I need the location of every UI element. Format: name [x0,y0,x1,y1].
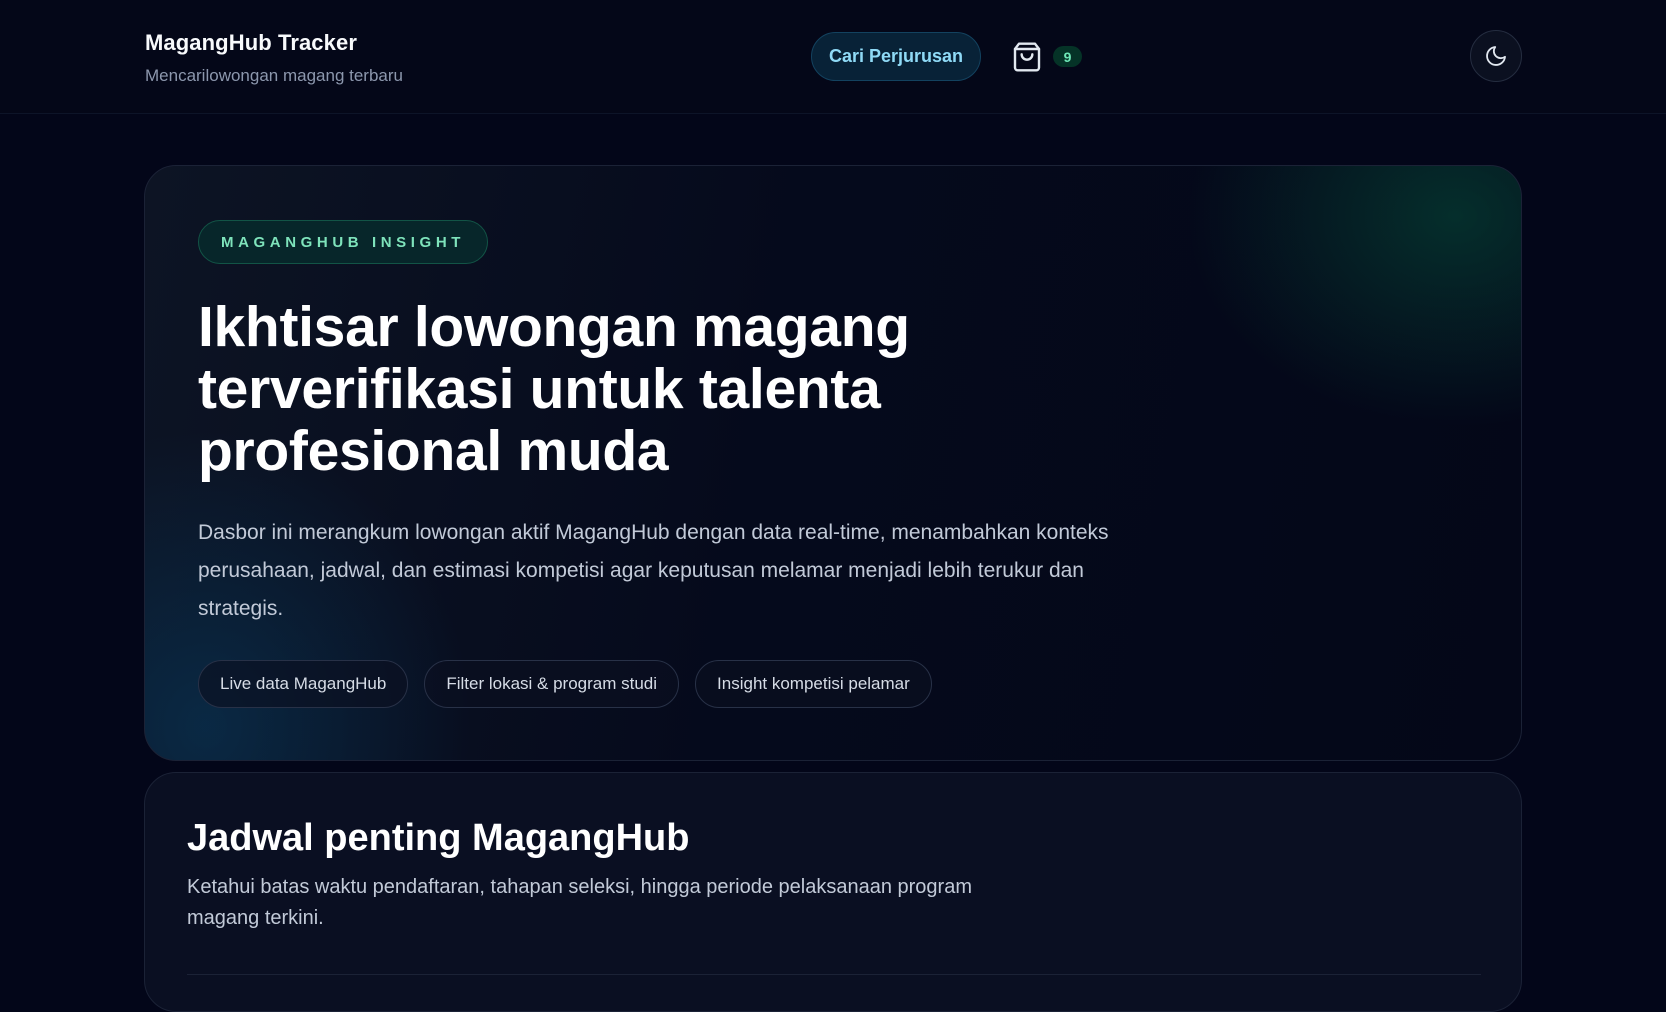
hero-description: Dasbor ini merangkum lowongan aktif Maga… [198,521,1109,620]
insight-badge: MAGANGHUB INSIGHT [198,220,488,264]
chip-live-data[interactable]: Live data MagangHub [198,660,409,708]
theme-toggle-button[interactable] [1470,30,1522,82]
cart-button[interactable] [1010,39,1044,75]
schedule-title: Jadwal penting MagangHub [187,817,690,859]
chip-filter-lokasi[interactable]: Filter lokasi & program studi [424,660,680,708]
cari-perjurusan-button[interactable]: Cari Perjurusan [811,32,981,81]
feature-chip-row: Live data MagangHub Filter lokasi & prog… [198,660,932,708]
schedule-divider [187,974,1481,975]
brand-subtitle: Mencarilowongan magang terbaru [145,66,403,85]
brand-title[interactable]: MagangHub Tracker [145,30,357,56]
schedule-section: Jadwal penting MagangHub Ketahui batas w… [144,772,1522,1012]
hero-card: MAGANGHUB INSIGHT Ikhtisar lowongan maga… [144,165,1522,761]
top-header: MagangHub Tracker Mencarilowongan magang… [0,0,1666,114]
shopping-bag-icon [1013,42,1041,72]
moon-icon [1486,46,1506,66]
cart-count-badge: 9 [1053,46,1082,67]
chip-insight-kompetisi[interactable]: Insight kompetisi pelamar [695,660,932,708]
hero-title: Ikhtisar lowongan magang terverifikasi u… [198,295,910,483]
schedule-description: Ketahui batas waktu pendaftaran, tahapan… [187,876,972,929]
